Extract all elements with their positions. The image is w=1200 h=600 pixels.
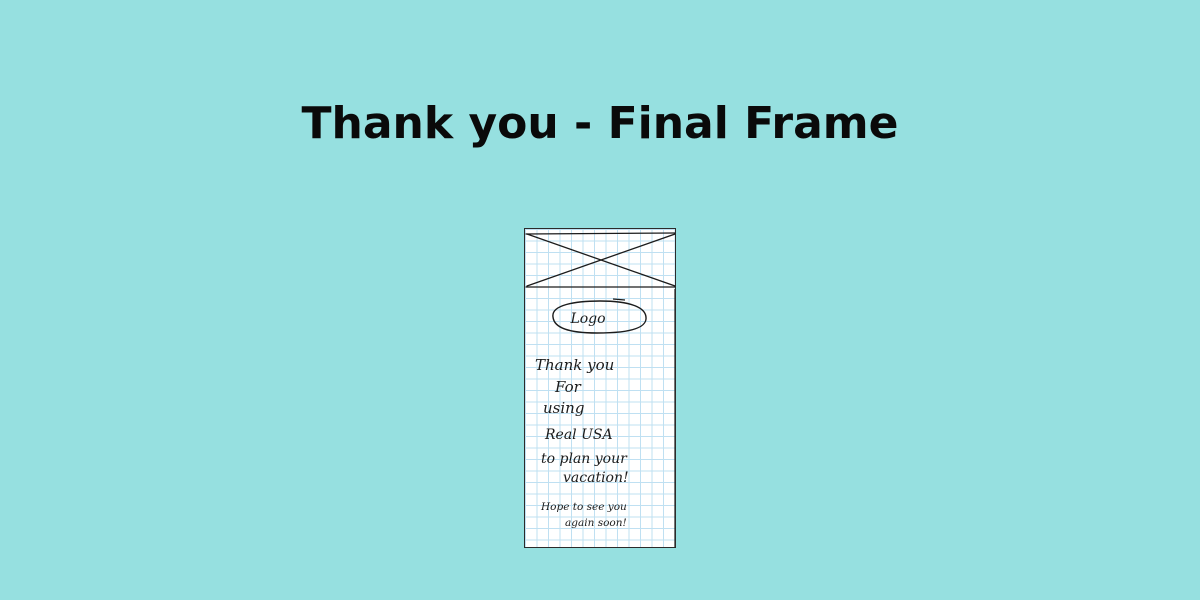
- image-placeholder: [525, 232, 675, 288]
- footer-note: Hope to see you again soon!: [540, 501, 627, 529]
- message-line: Thank you: [535, 356, 614, 374]
- thank-you-message: Thank you For using Real USA to plan you…: [535, 356, 629, 486]
- logo-oval-stroke: [612, 298, 626, 301]
- wireframe-drawing: Logo Thank you For using Real USA to pla…: [525, 232, 675, 547]
- message-line: using: [543, 399, 584, 417]
- slide-title: Thank you - Final Frame: [301, 98, 899, 149]
- logo-label: Logo: [569, 311, 605, 327]
- footer-line: again soon!: [565, 517, 627, 529]
- message-line: vacation!: [563, 470, 629, 486]
- message-line: to plan your: [541, 451, 628, 467]
- footer-line: Hope to see you: [540, 501, 627, 513]
- logo-placeholder: Logo: [552, 298, 647, 334]
- message-line: Real USA: [544, 427, 613, 443]
- message-line: For: [554, 378, 582, 396]
- image-placeholder-top-edge: [525, 232, 675, 235]
- wireframe-sketch: Logo Thank you For using Real USA to pla…: [524, 228, 676, 548]
